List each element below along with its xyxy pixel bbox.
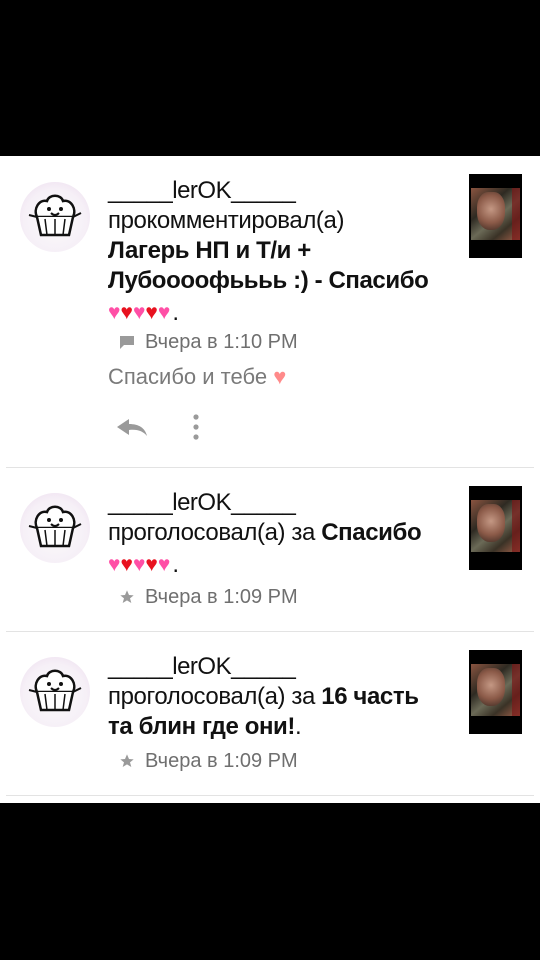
target-title-line2[interactable]: та блин где они!: [108, 713, 295, 740]
heart-icon: ♥: [273, 364, 287, 389]
divider: [6, 795, 534, 796]
notification-meta: Вчера в 1:09 PM: [118, 748, 298, 774]
notification-content: _____lerOK_____ прокомментировал(а) Лаге…: [108, 176, 460, 326]
username[interactable]: _____lerOK_____: [108, 176, 460, 206]
red-heart-icon: ♥: [145, 301, 158, 324]
hearts-emoji-row: ♥ ♥ ♥ ♥ ♥ .: [108, 548, 460, 578]
notification-item[interactable]: _____lerOK_____ проголосовал(а) за 16 ча…: [0, 632, 540, 796]
action-text: проголосовал(а) за: [108, 683, 315, 710]
comment-reply: Спасибо и тебе ♥: [108, 364, 286, 390]
notification-meta: Вчера в 1:10 PM: [118, 329, 298, 355]
story-cover-image: [471, 664, 520, 716]
muffin-avatar-icon: [28, 194, 82, 237]
sparkling-heart-icon: ♥: [108, 301, 121, 324]
target-line2-row: та блин где они!.: [108, 712, 460, 742]
action-line: проголосовал(а) за 16 часть: [108, 682, 460, 712]
bottom-black-bar: [0, 803, 540, 960]
star-icon: [118, 752, 136, 770]
story-thumbnail[interactable]: [469, 650, 522, 734]
timestamp: Вчера в 1:10 PM: [145, 330, 298, 353]
action-line: проголосовал(а) за Спасибо: [108, 518, 460, 548]
star-icon: [118, 588, 136, 606]
notification-actions: [114, 412, 206, 442]
hearts-emoji-row: ♥ ♥ ♥ ♥ ♥ .: [108, 296, 460, 326]
red-heart-icon: ♥: [120, 553, 133, 576]
story-thumbnail[interactable]: [469, 174, 522, 258]
notification-item[interactable]: _____lerOK_____ прокомментировал(а) Лаге…: [0, 156, 540, 468]
target-suffix: .: [172, 299, 180, 326]
avatar[interactable]: [20, 182, 90, 252]
story-cover-image: [471, 188, 520, 240]
timestamp: Вчера в 1:09 PM: [145, 585, 298, 608]
red-heart-icon: ♥: [120, 301, 133, 324]
avatar[interactable]: [20, 493, 90, 563]
username[interactable]: _____lerOK_____: [108, 652, 460, 682]
sparkling-heart-icon: ♥: [132, 553, 146, 576]
username[interactable]: _____lerOK_____: [108, 488, 460, 518]
target-title-line1[interactable]: Лагерь НП и Т/и +: [108, 236, 460, 266]
notification-item[interactable]: _____lerOK_____ проголосовал(а) за Спаси…: [0, 468, 540, 632]
story-cover-image: [471, 500, 520, 552]
more-vertical-icon[interactable]: [186, 412, 206, 442]
red-heart-icon: ♥: [145, 553, 158, 576]
sparkling-heart-icon: ♥: [108, 553, 121, 576]
notification-content: _____lerOK_____ проголосовал(а) за 16 ча…: [108, 652, 460, 742]
target-title[interactable]: Спасибо: [321, 519, 421, 546]
notification-content: _____lerOK_____ проголосовал(а) за Спаси…: [108, 488, 460, 578]
muffin-avatar-icon: [28, 669, 82, 712]
story-thumbnail[interactable]: [469, 486, 522, 570]
reply-icon[interactable]: [114, 414, 150, 440]
comment-icon: [118, 333, 136, 351]
muffin-avatar-icon: [28, 505, 82, 548]
target-suffix: .: [172, 551, 180, 578]
avatar[interactable]: [20, 657, 90, 727]
sparkling-heart-icon: ♥: [157, 553, 171, 576]
reply-text: Спасибо и тебе: [108, 364, 268, 389]
top-black-bar: [0, 0, 540, 156]
timestamp: Вчера в 1:09 PM: [145, 749, 298, 772]
target-title-line2[interactable]: Лубоооофьььь :) - Спасибо: [108, 266, 460, 296]
notification-feed: _____lerOK_____ прокомментировал(а) Лаге…: [0, 156, 540, 803]
action-text: проголосовал(а) за: [108, 519, 315, 546]
action-text: прокомментировал(а): [108, 207, 345, 234]
target-suffix: .: [295, 713, 302, 740]
notification-meta: Вчера в 1:09 PM: [118, 584, 298, 610]
sparkling-heart-icon: ♥: [157, 301, 171, 324]
sparkling-heart-icon: ♥: [132, 301, 146, 324]
target-title[interactable]: 16 часть: [321, 683, 419, 710]
